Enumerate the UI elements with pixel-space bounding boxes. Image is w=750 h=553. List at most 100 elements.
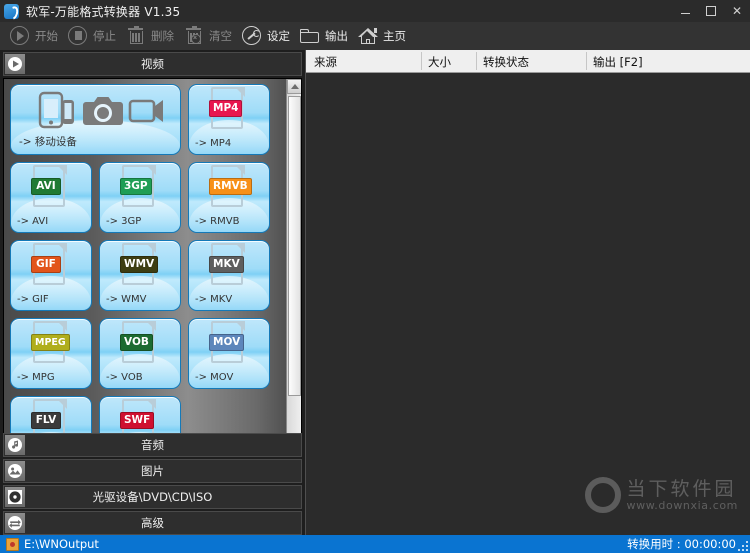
- file-list-panel: 来源 大小 转换状态 输出 [F2] 当下软件园 www.downxia.com: [305, 50, 750, 535]
- play-icon: [5, 54, 25, 74]
- picture-icon: [5, 461, 25, 481]
- file-icon: 3GP: [100, 167, 180, 207]
- sidebar-category-image[interactable]: 图片: [3, 459, 302, 483]
- format-badge: RMVB: [209, 178, 252, 195]
- format-tile-caption: -> GIF: [17, 294, 49, 305]
- column-divider[interactable]: [476, 52, 477, 70]
- settings-button[interactable]: 设定: [238, 22, 292, 50]
- sidebar-category-audio[interactable]: 音频: [3, 433, 302, 457]
- format-tile-rmvb[interactable]: RMVB -> RMVB: [188, 162, 270, 233]
- format-badge: MKV: [209, 256, 244, 273]
- clear-button[interactable]: 清空: [180, 22, 234, 50]
- scrollbar-thumb[interactable]: [288, 96, 301, 396]
- format-grid-scrollbar[interactable]: [286, 79, 301, 455]
- stop-button[interactable]: 停止: [64, 22, 118, 50]
- home-icon: [356, 24, 380, 48]
- folder-icon: [298, 24, 322, 48]
- minimize-button[interactable]: [672, 0, 698, 22]
- file-list-body[interactable]: [306, 73, 750, 535]
- main-toolbar: 开始 停止 删除 清空 设定: [0, 22, 750, 50]
- column-header-output[interactable]: 输出 [F2]: [593, 54, 643, 70]
- format-badge: 3GP: [120, 178, 152, 195]
- file-icon: AVI: [11, 167, 91, 207]
- format-tile-mpg[interactable]: MPEG -> MPG: [10, 318, 92, 389]
- file-icon: VOB: [100, 323, 180, 363]
- window-title: 软军-万能格式转换器 V1.35: [26, 3, 180, 20]
- format-tile-grid: -> 移动设备 MP4 -> MP4 AVI: [4, 79, 292, 456]
- trash-icon: [124, 24, 148, 48]
- format-tile-caption: -> MKV: [195, 294, 232, 305]
- watermark-url: www.downxia.com: [627, 499, 738, 512]
- output-folder-icon: [6, 538, 19, 551]
- column-divider[interactable]: [586, 52, 587, 70]
- start-button[interactable]: 开始: [6, 22, 60, 50]
- output-button-label: 输出: [325, 28, 348, 44]
- column-header-status[interactable]: 转换状态: [483, 54, 529, 70]
- watermark-name: 当下软件园: [627, 479, 738, 499]
- format-tile-mov[interactable]: MOV -> MOV: [188, 318, 270, 389]
- format-badge: MPEG: [31, 334, 70, 351]
- start-button-label: 开始: [35, 28, 58, 44]
- output-path-label[interactable]: E:\WNOutput: [24, 537, 99, 551]
- trash-clear-icon: [182, 24, 206, 48]
- sidebar-category-disc-label: 光驱设备\DVD\CD\ISO: [4, 489, 301, 505]
- sidebar-category-advanced-label: 高级: [4, 515, 301, 531]
- output-button[interactable]: 输出: [296, 22, 350, 50]
- delete-button-label: 删除: [151, 28, 174, 44]
- format-tile-mp4[interactable]: MP4 -> MP4: [188, 84, 270, 155]
- status-bar: E:\WNOutput 转换用时 : 00:00:00: [0, 535, 750, 553]
- file-icon: WMV: [100, 245, 180, 285]
- file-icon: RMVB: [189, 167, 269, 207]
- resize-grip[interactable]: [736, 539, 748, 551]
- play-circle-icon: [8, 24, 32, 48]
- format-tile-mobile[interactable]: -> 移动设备: [10, 84, 181, 155]
- format-badge: MOV: [209, 334, 244, 351]
- format-badge: FLV: [31, 412, 61, 429]
- format-tile-caption: -> WMV: [106, 294, 147, 305]
- title-bar: 软军-万能格式转换器 V1.35 ✕: [0, 0, 750, 22]
- format-tile-caption: -> MOV: [195, 372, 233, 383]
- sidebar-category-disc[interactable]: 光驱设备\DVD\CD\ISO: [3, 485, 302, 509]
- music-note-icon: [5, 435, 25, 455]
- stop-button-label: 停止: [93, 28, 116, 44]
- scroll-up-button[interactable]: [287, 79, 302, 94]
- wrench-circle-icon: [240, 24, 264, 48]
- file-icon: MP4: [189, 89, 269, 129]
- sidebar-category-advanced[interactable]: 高级: [3, 511, 302, 535]
- column-divider[interactable]: [421, 52, 422, 70]
- format-tile-vob[interactable]: VOB -> VOB: [99, 318, 181, 389]
- app-logo-icon: [4, 4, 19, 19]
- sidebar-category-video-label: 视频: [4, 56, 301, 72]
- devices-icon: [11, 89, 180, 129]
- format-badge: VOB: [120, 334, 153, 351]
- format-tile-caption: -> MP4: [195, 138, 231, 149]
- format-tile-3gp[interactable]: 3GP -> 3GP: [99, 162, 181, 233]
- format-badge: AVI: [31, 178, 61, 195]
- stop-circle-icon: [66, 24, 90, 48]
- file-icon: MOV: [189, 323, 269, 363]
- sidebar-category-audio-label: 音频: [4, 437, 301, 453]
- format-tile-gif[interactable]: GIF -> GIF: [10, 240, 92, 311]
- format-tile-mkv[interactable]: MKV -> MKV: [188, 240, 270, 311]
- format-tile-avi[interactable]: AVI -> AVI: [10, 162, 92, 233]
- column-header-size[interactable]: 大小: [428, 54, 451, 70]
- application-window: 软军-万能格式转换器 V1.35 ✕ 开始 停止 删除: [0, 0, 750, 553]
- sidebar-category-video[interactable]: 视频: [3, 52, 302, 76]
- disc-icon: [5, 487, 25, 507]
- file-list-header: 来源 大小 转换状态 输出 [F2]: [306, 50, 750, 73]
- watermark-logo-icon: [585, 477, 621, 513]
- maximize-button[interactable]: [698, 0, 724, 22]
- format-tile-caption: -> AVI: [17, 216, 48, 227]
- delete-button[interactable]: 删除: [122, 22, 176, 50]
- format-badge: MP4: [209, 100, 242, 117]
- sidebar-category-image-label: 图片: [4, 463, 301, 479]
- format-tile-wmv[interactable]: WMV -> WMV: [99, 240, 181, 311]
- file-icon: MKV: [189, 245, 269, 285]
- home-button[interactable]: 主页: [354, 22, 408, 50]
- window-controls: ✕: [672, 0, 750, 22]
- close-button[interactable]: ✕: [724, 0, 750, 22]
- column-header-source[interactable]: 来源: [314, 54, 337, 70]
- format-tile-area: -> 移动设备 MP4 -> MP4 AVI: [3, 78, 302, 456]
- format-tile-caption: -> MPG: [17, 372, 55, 383]
- format-tile-caption: -> RMVB: [195, 216, 239, 227]
